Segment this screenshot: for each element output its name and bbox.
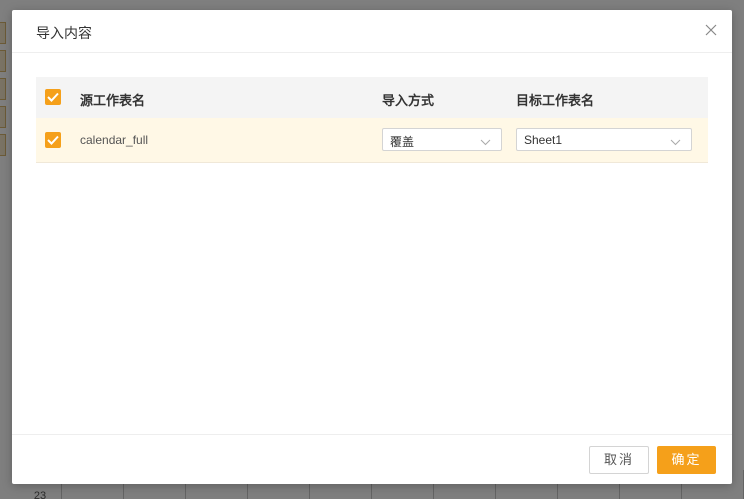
dialog-header: 导入内容 [12,10,732,53]
table-row: calendar_full 覆盖 Sheet1 [36,118,708,163]
dialog-title: 导入内容 [36,25,92,41]
row-checkbox[interactable] [45,132,61,148]
column-header-target-sheet: 目标工作表名 [516,93,595,108]
chevron-down-icon [480,135,491,149]
target-sheet-value: Sheet1 [524,133,563,147]
column-header-source-sheet: 源工作表名 [80,93,146,108]
dialog-footer: 取消 确定 [12,434,732,484]
select-all-checkbox[interactable] [45,89,61,105]
confirm-button[interactable]: 确定 [657,446,716,474]
import-mode-select[interactable]: 覆盖 [382,128,502,151]
table-header: 源工作表名 导入方式 目标工作表名 [36,77,708,118]
import-dialog: 导入内容 源工作表名 导入方式 目标工作表名 calendar_full 覆盖 [12,10,732,484]
source-sheet-name: calendar_full [80,133,149,147]
column-header-import-mode: 导入方式 [382,93,435,108]
chevron-down-icon [670,135,681,149]
target-sheet-select[interactable]: Sheet1 [516,128,692,151]
close-icon[interactable] [704,23,718,37]
cancel-button[interactable]: 取消 [589,446,649,474]
check-icon [47,92,59,102]
import-mode-value: 覆盖 [390,135,415,149]
check-icon [47,135,59,145]
